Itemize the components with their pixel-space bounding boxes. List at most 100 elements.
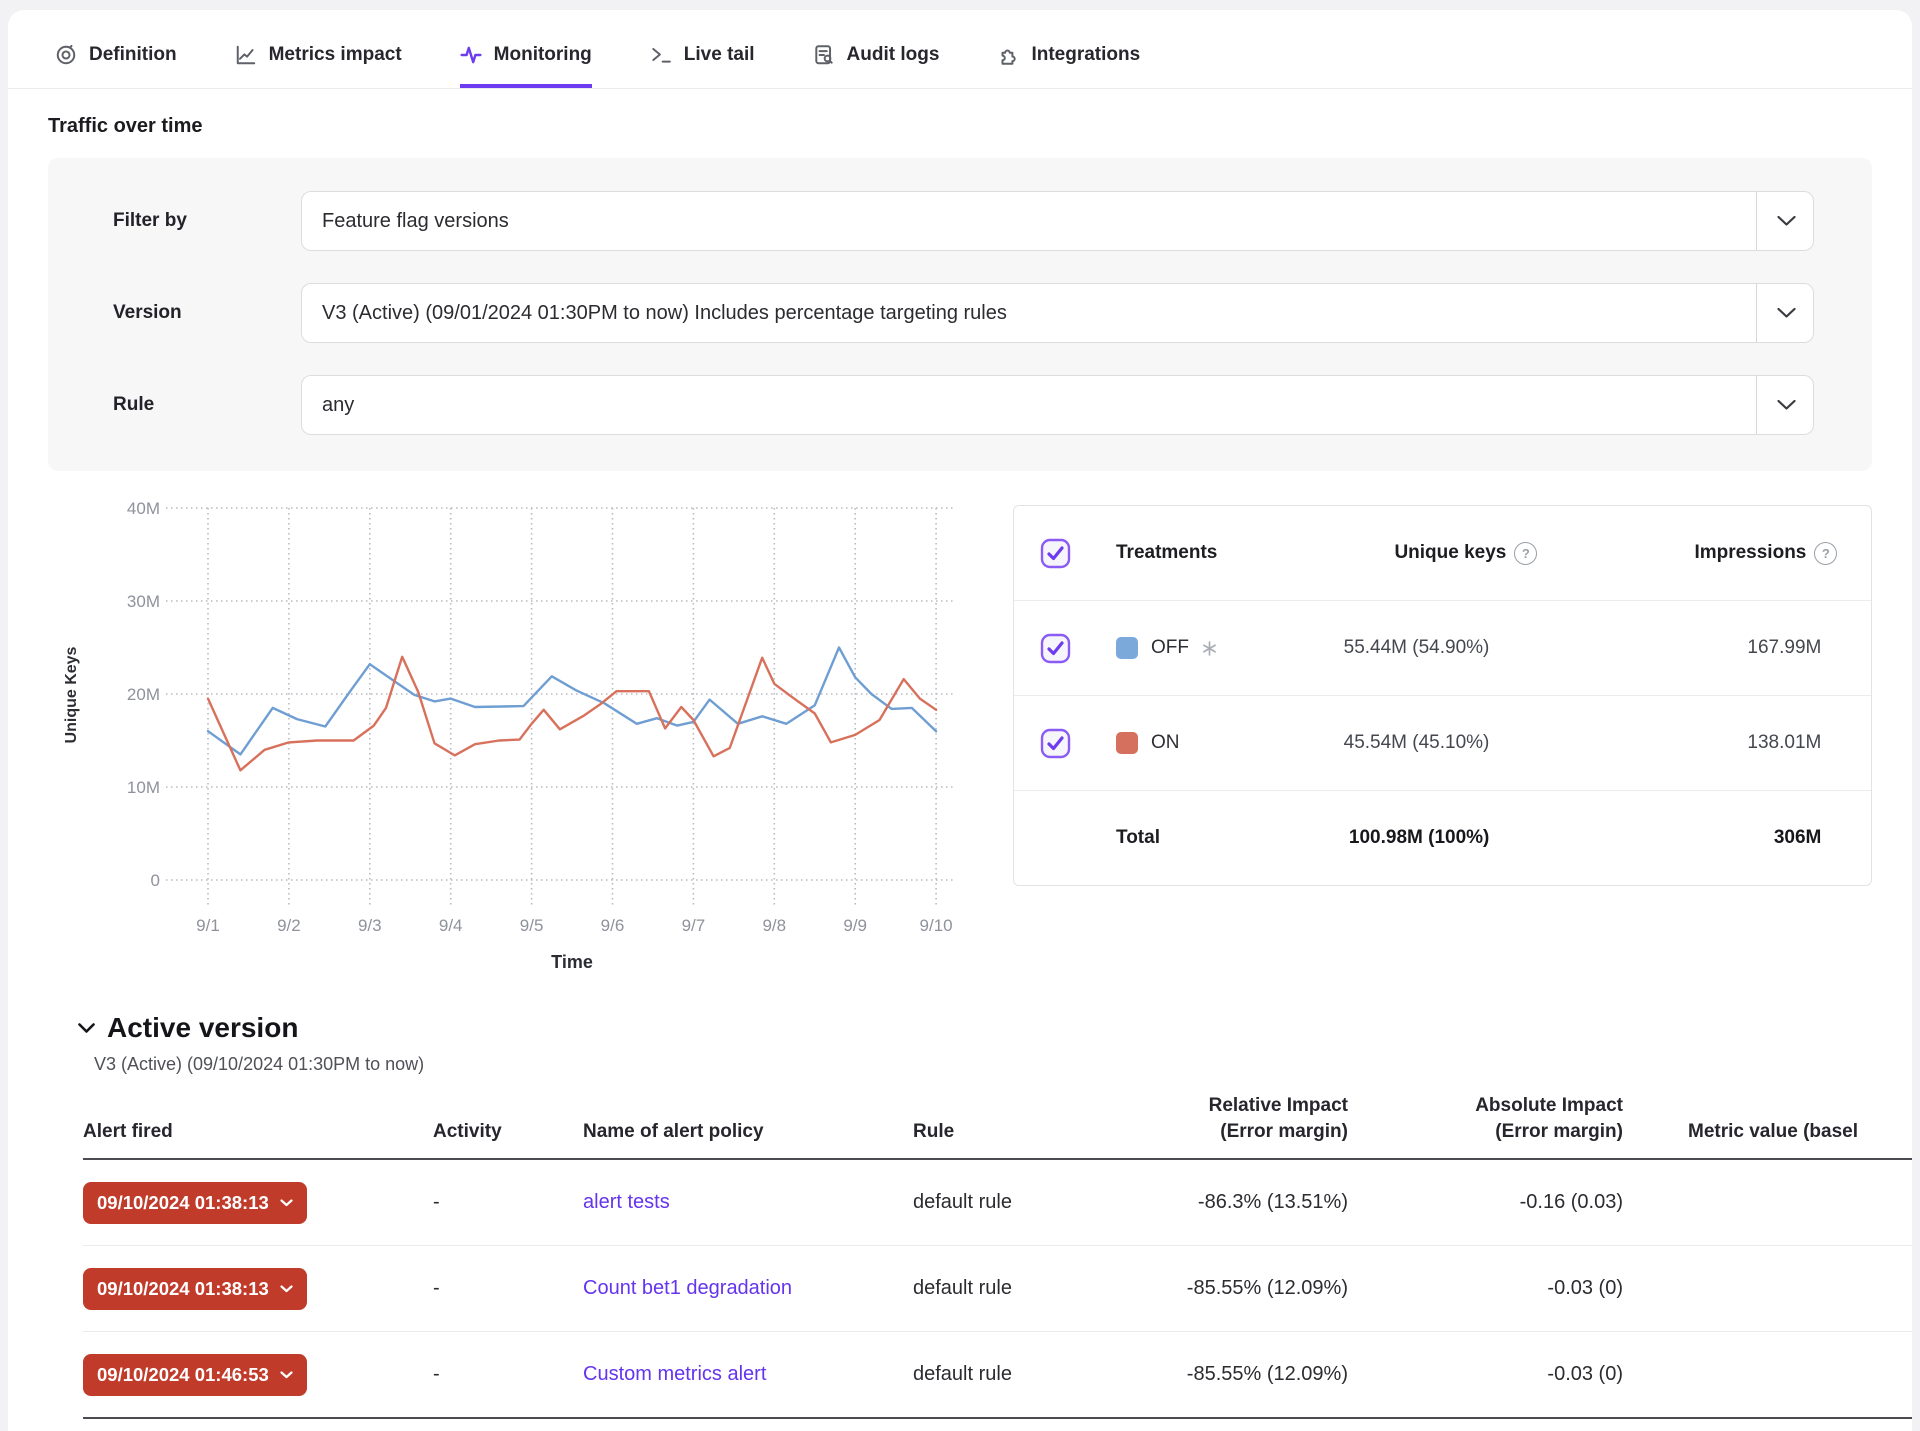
col-header-metric-value: Metric value (basel [1623,1119,1912,1145]
main-panel: Definition Metrics impact Monitoring Liv… [8,10,1912,1431]
rule-cell: default rule [913,1363,1093,1386]
alert-fired-badge[interactable]: 09/10/2024 01:38:13 [83,1268,307,1310]
tab-label: Monitoring [494,44,592,66]
filter-by-value: Feature flag versions [322,210,509,233]
treatments-total-row: Total 100.98M (100%) 306M [1014,790,1871,885]
alert-policy-link[interactable]: Count bet1 degradation [583,1277,792,1299]
alert-policy-link[interactable]: alert tests [583,1191,670,1213]
version-value: V3 (Active) (09/01/2024 01:30PM to now) … [322,302,1007,325]
frozen-asterisk-icon [1202,641,1217,656]
help-icon[interactable]: ? [1514,542,1537,565]
col-header-policy: Name of alert policy [583,1119,913,1145]
rule-value: any [322,394,354,417]
alert-row: 09/10/2024 01:38:13 - alert tests defaul… [83,1160,1912,1246]
audit-logs-icon [813,44,835,66]
on-unique-keys: 45.54M (45.10%) [1217,732,1537,754]
total-impressions: 306M [1537,827,1837,849]
treatments-col-header: Treatments [1116,542,1217,564]
filter-row-version: Version V3 (Active) (09/01/2024 01:30PM … [113,283,1814,343]
chevron-down-icon [280,1285,293,1293]
treatments-table: Treatments Unique keys ? Impressions ? O… [1013,505,1872,886]
alert-row: 09/10/2024 01:46:53 - Custom metrics ale… [83,1332,1912,1419]
field-divider [1756,192,1757,250]
filter-row-rule: Rule any [113,375,1814,435]
svg-text:9/7: 9/7 [682,916,706,935]
chevron-down-icon[interactable] [1777,308,1796,319]
alert-fired-badge[interactable]: 09/10/2024 01:46:53 [83,1354,307,1396]
on-impressions: 138.01M [1537,732,1837,754]
svg-text:40M: 40M [127,499,160,518]
tab-label: Audit logs [847,44,940,66]
svg-text:Unique Keys: Unique Keys [63,646,80,743]
active-version-title: Active version [107,1012,298,1044]
alert-policy-link[interactable]: Custom metrics alert [583,1363,766,1385]
svg-text:0: 0 [151,871,160,890]
svg-text:9/3: 9/3 [358,916,382,935]
chevron-down-icon [280,1199,293,1207]
tab-monitoring[interactable]: Monitoring [460,44,592,88]
svg-text:9/9: 9/9 [843,916,867,935]
tab-definition[interactable]: Definition [55,44,177,88]
off-impressions: 167.99M [1537,637,1837,659]
tab-audit-logs[interactable]: Audit logs [813,44,940,88]
active-version-header[interactable]: Active version [78,1012,1912,1044]
relative-impact-cell: -86.3% (13.51%) [1093,1191,1348,1214]
absolute-impact-cell: -0.03 (0) [1348,1363,1623,1386]
alerts-header-row: Alert fired Activity Name of alert polic… [83,1093,1912,1160]
definition-icon [55,44,77,66]
col-header-alert-fired: Alert fired [83,1119,433,1145]
treatments-header-row: Treatments Unique keys ? Impressions ? [1014,506,1871,600]
svg-text:9/1: 9/1 [196,916,220,935]
svg-text:9/6: 9/6 [601,916,625,935]
activity-cell: - [433,1277,583,1300]
svg-text:9/10: 9/10 [920,916,953,935]
off-unique-keys: 55.44M (54.90%) [1217,637,1537,659]
rule-cell: default rule [913,1277,1093,1300]
treatment-name-on: ON [1116,732,1217,754]
chevron-down-icon[interactable] [1777,216,1796,227]
activity-cell: - [433,1363,583,1386]
integrations-icon [997,44,1019,66]
col-header-rule: Rule [913,1119,1093,1145]
svg-text:20M: 20M [127,685,160,704]
activity-cell: - [433,1191,583,1214]
treatment-name-off: OFF [1116,637,1217,659]
svg-text:9/4: 9/4 [439,916,463,935]
absolute-impact-cell: -0.03 (0) [1348,1277,1623,1300]
svg-text:10M: 10M [127,778,160,797]
monitoring-icon [460,44,482,66]
rule-select[interactable]: any [301,375,1814,435]
filter-panel: Filter by Feature flag versions Version … [48,158,1872,471]
chevron-down-icon [280,1371,293,1379]
tab-metrics-impact[interactable]: Metrics impact [235,44,402,88]
impressions-col-header: Impressions ? [1537,542,1837,565]
metric-value-cell: 0.03 ( [1623,1277,1912,1300]
help-icon[interactable]: ? [1814,542,1837,565]
tab-label: Live tail [684,44,755,66]
tab-integrations[interactable]: Integrations [997,44,1140,88]
off-series-swatch [1116,637,1138,659]
chevron-down-icon[interactable] [1777,400,1796,411]
version-label: Version [113,302,301,324]
off-checkbox[interactable] [1040,633,1116,664]
tab-live-tail[interactable]: Live tail [650,44,755,88]
svg-text:30M: 30M [127,592,160,611]
svg-text:9/8: 9/8 [762,916,786,935]
tab-bar: Definition Metrics impact Monitoring Liv… [8,10,1912,89]
select-all-checkbox[interactable] [1040,538,1116,569]
filter-by-select[interactable]: Feature flag versions [301,191,1814,251]
field-divider [1756,376,1757,434]
treatment-row-off: OFF 55.44M (54.90%) 167.99M [1014,600,1871,695]
svg-text:9/5: 9/5 [520,916,544,935]
version-select[interactable]: V3 (Active) (09/01/2024 01:30PM to now) … [301,283,1814,343]
alert-fired-badge[interactable]: 09/10/2024 01:38:13 [83,1182,307,1224]
rule-cell: default rule [913,1191,1093,1214]
total-label: Total [1116,827,1217,849]
live-tail-icon [650,44,672,66]
filter-by-label: Filter by [113,210,301,232]
metric-value-cell: 0.03 ( [1623,1363,1912,1386]
field-divider [1756,284,1757,342]
tab-label: Integrations [1031,44,1140,66]
alert-row: 09/10/2024 01:38:13 - Count bet1 degrada… [83,1246,1912,1332]
on-checkbox[interactable] [1040,728,1116,759]
